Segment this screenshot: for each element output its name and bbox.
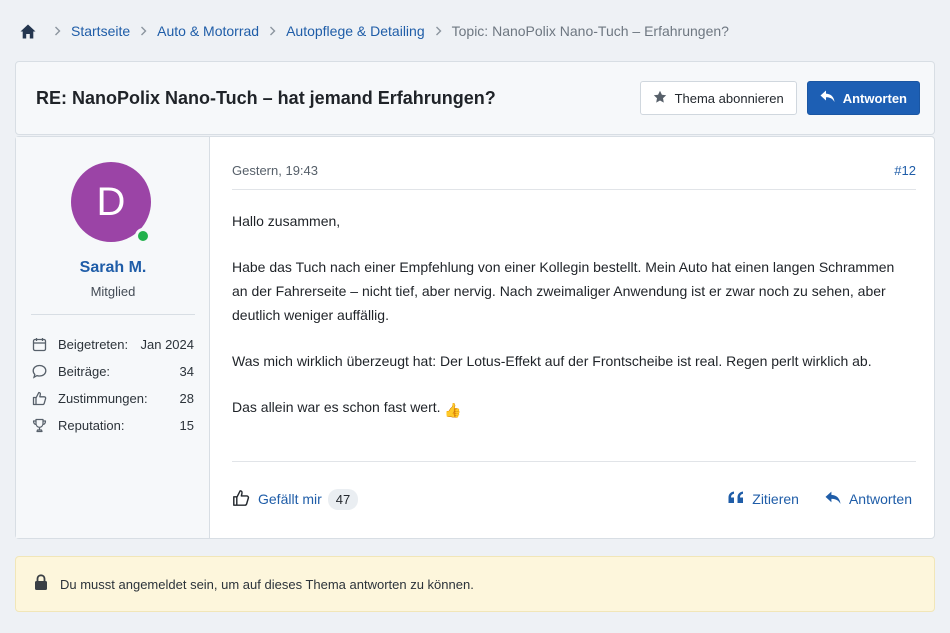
stat-value: 34	[179, 364, 194, 379]
subscribe-button[interactable]: Thema abonnieren	[639, 81, 797, 115]
stat-reputation: Reputation: 15	[32, 412, 194, 439]
quote-icon	[728, 491, 744, 507]
thumbs-up-icon	[232, 489, 250, 510]
post-actions: Gefällt mir 47 Zitieren Antworten	[232, 487, 912, 511]
post-paragraph: Was mich wirklich überzeugt hat: Der Lot…	[232, 353, 872, 369]
breadcrumb-link-startseite[interactable]: Startseite	[71, 23, 130, 39]
post-paragraph: Habe das Tuch nach einer Empfehlung von …	[232, 259, 895, 323]
stat-joined: Beigetreten: Jan 2024	[32, 331, 194, 358]
stat-label: Beigetreten:	[58, 337, 129, 352]
quote-label: Zitieren	[752, 491, 799, 507]
username-link[interactable]: Sarah M.	[16, 259, 210, 277]
user-stats: Beigetreten: Jan 2024 Beiträge: 34 Zusti…	[32, 331, 194, 439]
post-paragraph: Hallo zusammen,	[232, 213, 341, 229]
stat-value: 28	[179, 391, 194, 406]
stat-posts: Beiträge: 34	[32, 358, 194, 385]
thumbs-up-emoji-icon: 👍	[444, 402, 462, 418]
like-label: Gefällt mir	[258, 491, 322, 507]
thread-title: RE: NanoPolix Nano-Tuch – hat jemand Erf…	[36, 87, 496, 108]
stat-label: Reputation:	[58, 418, 125, 433]
divider	[31, 314, 195, 315]
post-meta: Gestern, 19:43 #12	[232, 163, 916, 178]
thread-header: RE: NanoPolix Nano-Tuch – hat jemand Erf…	[15, 61, 935, 135]
stat-value: Jan 2024	[140, 337, 195, 352]
chevron-right-icon	[54, 26, 61, 36]
breadcrumb: Startseite Auto & Motorrad Autopflege & …	[20, 22, 729, 40]
stat-value: 15	[179, 418, 194, 433]
stat-label: Zustimmungen:	[58, 391, 148, 406]
subscribe-label: Thema abonnieren	[674, 90, 784, 106]
post-paragraph-last: Das allein war es schon fast wert. 👍	[232, 395, 904, 422]
reply-label: Antworten	[842, 90, 907, 106]
login-notice-text: Du musst angemeldet sein, um auf dieses …	[60, 576, 474, 592]
star-icon	[653, 90, 667, 107]
home-icon[interactable]	[20, 23, 36, 39]
divider	[232, 461, 916, 462]
online-status-indicator	[135, 228, 151, 244]
user-role: Mitglied	[90, 284, 136, 299]
quote-button[interactable]: Zitieren	[728, 491, 799, 507]
like-button[interactable]: Gefällt mir	[232, 489, 322, 510]
login-notice: Du musst angemeldet sein, um auf dieses …	[15, 556, 935, 612]
trophy-icon	[32, 418, 48, 434]
chevron-right-icon	[435, 26, 442, 36]
calendar-icon	[32, 337, 48, 353]
breadcrumb-link-autopflege[interactable]: Autopflege & Detailing	[286, 23, 425, 39]
avatar-initial: D	[96, 179, 126, 224]
post-reply-button[interactable]: Antworten	[825, 491, 912, 508]
reply-label: Antworten	[848, 491, 912, 507]
like-count-badge: 47	[327, 488, 359, 510]
speech-bubble-icon	[32, 364, 48, 380]
post-paragraph-text: Das allein war es schon fast wert.	[232, 399, 441, 415]
thumbs-up-icon	[32, 391, 48, 407]
reply-button[interactable]: Antworten	[806, 81, 920, 115]
breadcrumb-link-auto-motorrad[interactable]: Auto & Motorrad	[157, 23, 259, 39]
divider	[232, 189, 916, 190]
breadcrumb-current: Topic: NanoPolix Nano-Tuch – Erfahrungen…	[451, 23, 729, 39]
post-content: Gestern, 19:43 #12 Hallo zusammen, Habe …	[210, 137, 934, 538]
post-date[interactable]: Gestern, 19:43	[232, 163, 318, 178]
chevron-right-icon	[269, 26, 276, 36]
post-number-link[interactable]: #12	[894, 163, 916, 178]
stat-label: Beiträge:	[58, 364, 111, 379]
user-info: D Sarah M. Mitglied Beigetreten: Jan 202…	[16, 137, 210, 538]
reply-icon	[825, 491, 841, 508]
post: D Sarah M. Mitglied Beigetreten: Jan 202…	[15, 136, 935, 539]
chevron-right-icon	[140, 26, 147, 36]
lock-icon	[34, 574, 48, 594]
reply-icon	[820, 90, 835, 106]
post-body: Hallo zusammen, Habe das Tuch nach einer…	[232, 209, 904, 444]
stat-likes: Zustimmungen: 28	[32, 385, 194, 412]
